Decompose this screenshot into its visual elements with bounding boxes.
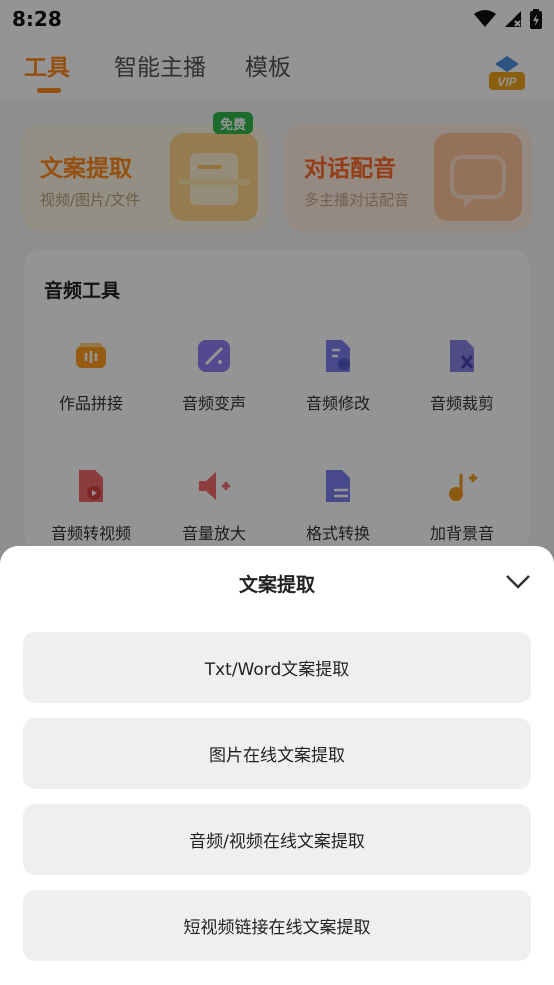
option-txt-word-extract[interactable]: Txt/Word文案提取	[23, 632, 531, 703]
option-image-extract[interactable]: 图片在线文案提取	[23, 718, 531, 789]
option-audio-video-extract[interactable]: 音频/视频在线文案提取	[23, 804, 531, 875]
copy-extract-sheet: 文案提取 Txt/Word文案提取 图片在线文案提取 音频/视频在线文案提取 短…	[0, 546, 554, 985]
sheet-title: 文案提取	[238, 574, 315, 596]
option-short-video-link-extract[interactable]: 短视频链接在线文案提取	[23, 890, 531, 961]
chevron-down-icon[interactable]	[503, 568, 533, 594]
